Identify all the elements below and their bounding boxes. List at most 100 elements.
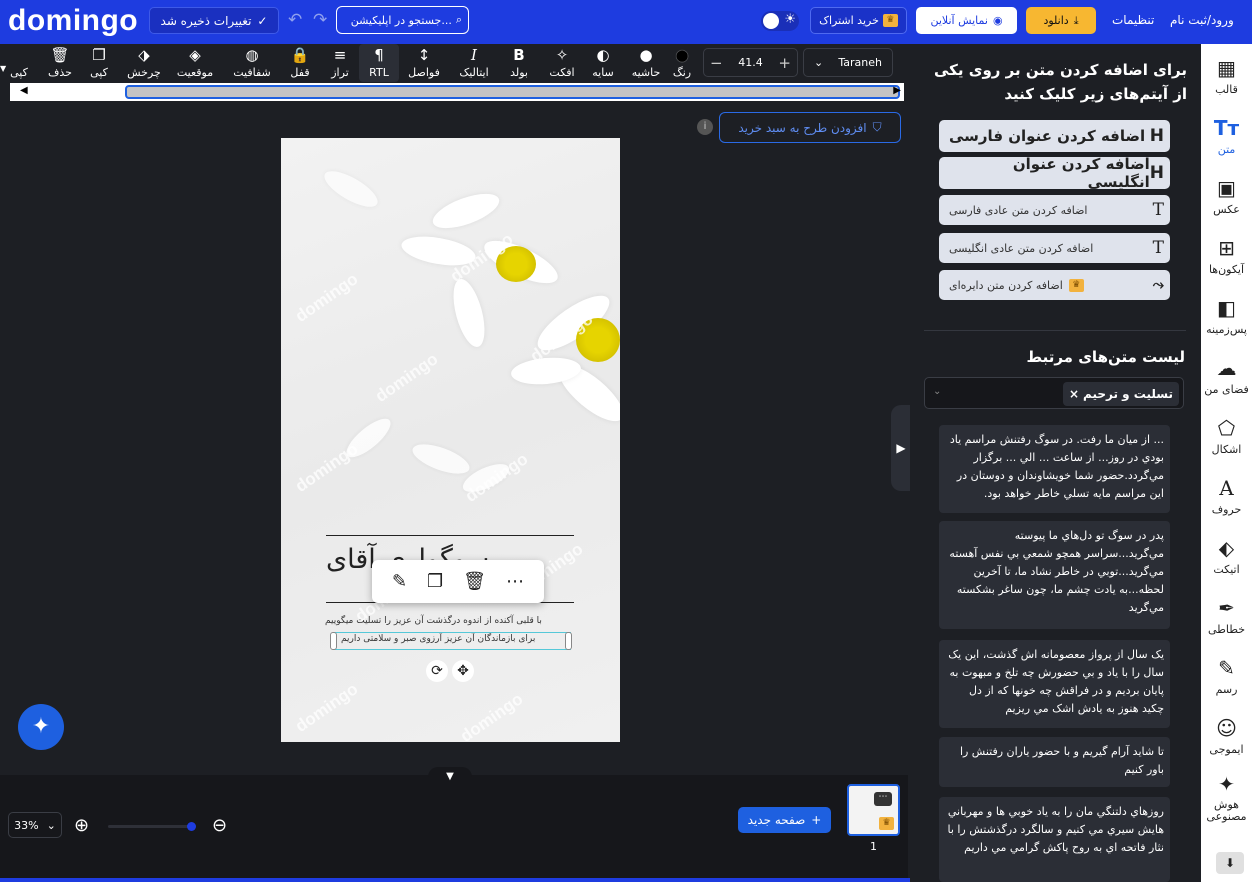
download-button[interactable]: دانلود ⤓ [1026, 7, 1096, 34]
design-canvas[interactable]: domingo domingo domingo domingo domingo … [281, 138, 620, 742]
info-icon[interactable]: i [697, 119, 713, 135]
sidebar-item-sticker[interactable]: ⬖ اتیکت [1201, 528, 1252, 584]
tool-italic[interactable]: I ایتالیک [454, 44, 494, 82]
add-persian-text-button[interactable]: T اضافه کردن متن عادی فارسی [939, 195, 1170, 225]
tool-shadow[interactable]: ◐ سایه [583, 44, 623, 82]
sidebar-item-icons[interactable]: ⊞ آیکون‌ها [1201, 228, 1252, 284]
related-tag-select[interactable]: ⌄ × تسلیت و ترحیم [924, 377, 1184, 409]
canvas-body-line1[interactable]: با قلبی آکنده از اندوه درگذشت آن عزیز را… [325, 616, 542, 626]
toggle-knob [763, 13, 779, 29]
color-icon: ● [675, 46, 689, 64]
toolbar-scrollbar[interactable]: ◀ ▶ [10, 83, 904, 101]
collapse-pages-icon[interactable]: ▼ [428, 767, 472, 787]
new-page-button[interactable]: صفحه جدید + [738, 807, 831, 833]
add-english-text-button[interactable]: T اضافه کردن متن عادی انگلیسی [939, 233, 1170, 263]
tool-align[interactable]: ≡ تراز [320, 44, 360, 82]
add-english-heading-button[interactable]: H اضافه کردن عنوان انگلیسی [939, 155, 1170, 191]
rotate-handle-icon[interactable]: ⟳ [426, 660, 448, 682]
related-text-card[interactable]: ... از میان ما رفت. در سوگ رفتنش مراسم ی… [939, 425, 1170, 513]
sun-icon: ☀ [784, 12, 796, 27]
trash-icon[interactable]: 🗑 [463, 571, 486, 592]
tool-opacity[interactable]: ◍ شفافیت [232, 44, 272, 82]
tool-rotate[interactable]: ⬗ چرخش [124, 44, 164, 82]
more-icon[interactable]: ⋯ [874, 792, 892, 806]
collapse-panel-button[interactable]: ▶ [891, 405, 911, 491]
tool-duplicate[interactable]: ❐ کپی [79, 44, 119, 82]
zoom-select[interactable]: 33% ⌄ [8, 812, 62, 838]
font-size-stepper[interactable]: − 41.4 + [703, 48, 798, 77]
plus-icon[interactable]: + [778, 54, 791, 72]
online-preview-label: نمایش آنلاین [930, 14, 988, 27]
letters-icon: A [1219, 475, 1234, 500]
search-placeholder: جستجو در اپلیکیشن... [350, 13, 452, 27]
zoom-slider-knob[interactable] [187, 822, 196, 831]
calligraphy-icon: ✒ [1218, 595, 1235, 620]
sidebar-item-shapes[interactable]: ⬠ اشکال [1201, 408, 1252, 464]
tool-rtl[interactable]: ¶ RTL [359, 44, 399, 82]
settings-link[interactable]: تنظیمات [1112, 13, 1154, 27]
saved-status-button[interactable]: تغییرات ذخیره شد ✓ [149, 7, 279, 34]
minus-icon[interactable]: − [710, 54, 723, 72]
zoom-slider[interactable] [108, 822, 196, 831]
tool-bold[interactable]: B بولد [499, 44, 539, 82]
tool-border[interactable]: ● حاشیه [626, 44, 666, 82]
related-text-card[interactable]: روزهاي دلتنگي مان را به ياد خوبي ها و مه… [939, 797, 1170, 882]
sidebar-item-letters[interactable]: A حروف [1201, 468, 1252, 524]
align-icon: ≡ [333, 46, 347, 64]
font-size-value[interactable]: 41.4 [738, 56, 763, 69]
more-icon[interactable]: ⋯ [506, 571, 524, 592]
add-circular-text-button[interactable]: ⤳ ♛ اضافه کردن متن دایره‌ای [939, 270, 1170, 300]
tool-effect[interactable]: ✧ افکت [542, 44, 582, 82]
subscription-button[interactable]: خرید اشتراک ♛ [810, 7, 907, 34]
scrollbar-thumb[interactable] [125, 85, 900, 99]
scroll-left-icon[interactable]: ◀ [20, 85, 28, 96]
add-to-cart-button[interactable]: افزودن طرح به سبد خرید ⛉ [719, 112, 901, 143]
zoom-out-icon[interactable]: ⊖ [212, 815, 227, 836]
tool-spacing[interactable]: ↕ فواصل [404, 44, 444, 82]
zoom-in-icon[interactable]: ⊕ [74, 815, 89, 836]
sidebar-item-draw[interactable]: ✎ رسم [1201, 648, 1252, 704]
close-icon[interactable]: × [1069, 387, 1079, 401]
resize-handle-right[interactable] [565, 632, 572, 650]
sidebar-item-ai[interactable]: ✦ هوش مصنوعی [1201, 768, 1252, 828]
resize-handle-left[interactable] [330, 632, 337, 650]
tool-color[interactable]: ● رنگ [662, 44, 702, 82]
download-icon: ⤓ [1073, 13, 1079, 27]
login-link[interactable]: ورود/ثبت نام [1170, 13, 1234, 27]
sidebar-item-emoji[interactable]: ☺ ایموجی [1201, 708, 1252, 764]
undo-icon[interactable]: ↶ [288, 10, 302, 30]
sidebar-item-text[interactable]: Tт متن [1201, 108, 1252, 164]
sidebar-item-image[interactable]: ▣ عکس [1201, 168, 1252, 224]
page-thumbnail[interactable]: ⋯ ♛ [847, 784, 900, 836]
tool-lock[interactable]: 🔒 قفل [280, 44, 320, 82]
sidebar-item-background[interactable]: ◧ پس‌زمینه [1201, 288, 1252, 344]
add-persian-heading-button[interactable]: H اضافه کردن عنوان فارسی [939, 120, 1170, 152]
chevron-down-icon: ⌄ [933, 386, 942, 397]
theme-toggle[interactable]: ☀ [761, 11, 799, 31]
text-selection-box[interactable] [334, 632, 571, 650]
sidebar-item-my-space[interactable]: ☁ فضای من [1201, 348, 1252, 404]
edit-icon[interactable]: ✎ [392, 571, 407, 592]
bold-icon: B [513, 46, 525, 64]
font-family-select[interactable]: ⌄ Taraneh [803, 48, 893, 77]
crown-icon: ♛ [879, 817, 894, 830]
duplicate-icon[interactable]: ❐ [427, 571, 443, 592]
tag-chip-label: تسلیت و ترحیم [1083, 387, 1173, 401]
tool-delete[interactable]: 🗑 حذف [40, 44, 80, 82]
tool-position[interactable]: ◈ موقعیت [175, 44, 215, 82]
scroll-right-icon[interactable]: ▶ [893, 85, 901, 96]
related-text-card[interactable]: تا شايد آرام گيريم و با حضور ياران رفتنش… [939, 737, 1170, 787]
sidebar-item-calligraphy[interactable]: ✒ خطاطی [1201, 588, 1252, 644]
move-handle-icon[interactable]: ✥ [452, 660, 474, 682]
related-text-card[interactable]: يک سال از پرواز معصومانه اش گذشت، اين يک… [939, 640, 1170, 728]
redo-icon[interactable]: ↷ [313, 10, 327, 30]
text-icon: T [1152, 200, 1164, 220]
tag-chip[interactable]: × تسلیت و ترحیم [1062, 382, 1179, 406]
scroll-down-icon[interactable]: ⬇ [1216, 852, 1244, 874]
tool-copy-overflow[interactable]: کپی [4, 44, 34, 82]
online-preview-button[interactable]: نمایش آنلاین ◉ [916, 7, 1017, 34]
magic-wand-button[interactable]: ✦ [18, 704, 64, 750]
search-input[interactable]: جستجو در اپلیکیشن... ⌕ [336, 6, 469, 34]
sidebar-item-template[interactable]: ▦ قالب [1201, 48, 1252, 104]
related-text-card[interactable]: پدر در سوگ تو دل‌هاي ما پيوسته مي‌گريد..… [939, 521, 1170, 629]
